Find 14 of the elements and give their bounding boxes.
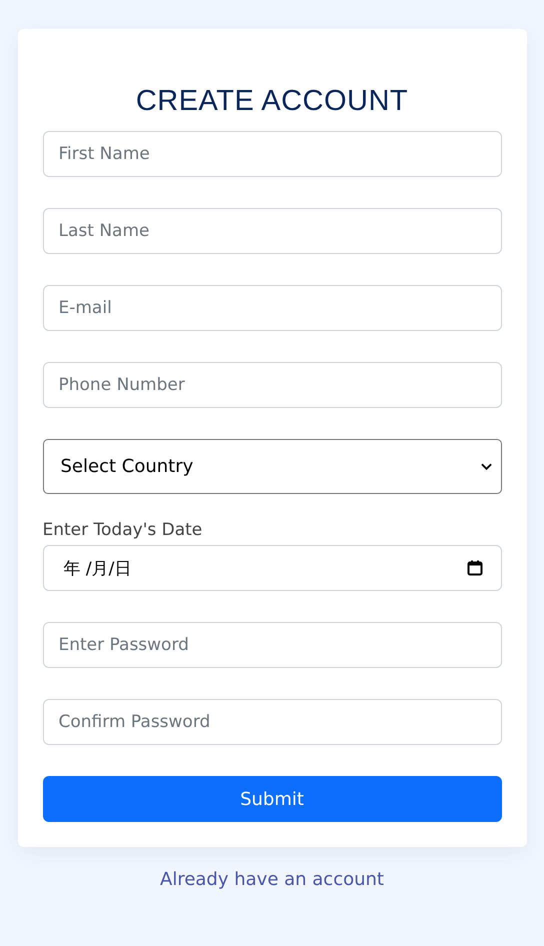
input-field[interactable]: Last Name [42, 208, 502, 254]
login-link[interactable]: Already have an account [160, 869, 384, 890]
input-field[interactable]: Phone Number [42, 362, 502, 408]
input-field[interactable]: Confirm Password [42, 699, 502, 745]
form-title: CREATE ACCOUNT [134, 84, 410, 119]
input-field[interactable]: First Name [42, 131, 502, 177]
submit-button[interactable]: Submit [42, 776, 502, 822]
input-field[interactable]: E-mail [42, 285, 502, 331]
date-field[interactable]: 年 /月/日 [42, 545, 502, 591]
date-label: Enter Today's Date [42, 519, 204, 541]
chevron-down-icon [480, 462, 492, 470]
input-field[interactable]: Enter Password [42, 622, 502, 668]
calendar-icon [466, 560, 482, 576]
country-select[interactable]: Select Country [42, 439, 502, 494]
